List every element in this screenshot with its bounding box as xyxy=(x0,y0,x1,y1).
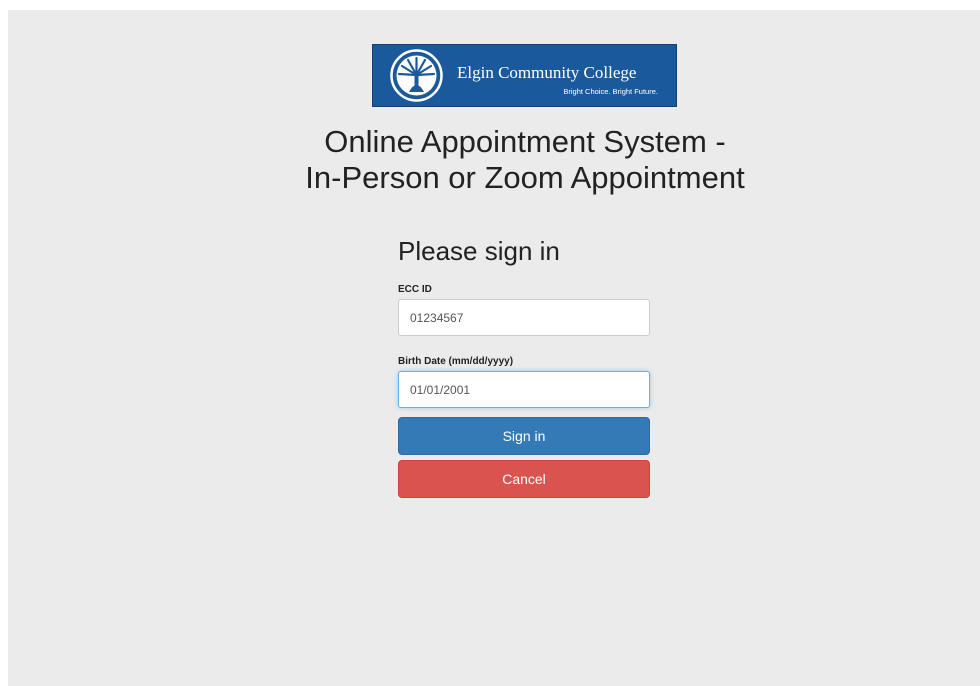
ecc-id-input[interactable] xyxy=(398,299,650,336)
logo-tagline: Bright Choice. Bright Future. xyxy=(563,87,658,96)
college-logo: Elgin Community College Bright Choice. B… xyxy=(372,44,677,107)
page-title-line-1: Online Appointment System - xyxy=(324,124,726,159)
sunburst-tree-icon xyxy=(390,49,443,102)
sign-in-form: Please sign in ECC ID Birth Date (mm/dd/… xyxy=(398,232,650,498)
cancel-button[interactable]: Cancel xyxy=(398,460,650,498)
birth-date-input[interactable] xyxy=(398,371,650,408)
ecc-id-label: ECC ID xyxy=(398,284,432,295)
page-title-line-2: In-Person or Zoom Appointment xyxy=(305,160,745,195)
logo-college-name: Elgin Community College xyxy=(457,63,637,82)
page-title: Online Appointment System - In-Person or… xyxy=(8,124,980,196)
sign-in-heading: Please sign in xyxy=(398,236,560,266)
birth-date-label: Birth Date (mm/dd/yyyy) xyxy=(398,356,514,367)
sign-in-button[interactable]: Sign in xyxy=(398,417,650,455)
page-background: Elgin Community College Bright Choice. B… xyxy=(8,10,980,686)
